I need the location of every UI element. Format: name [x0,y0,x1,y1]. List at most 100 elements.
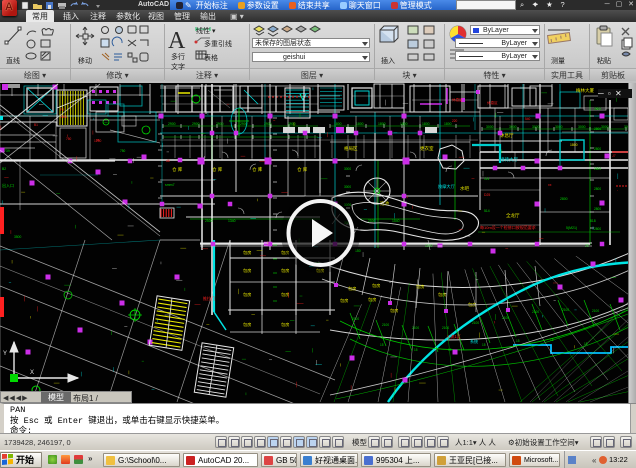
svg-text:系统: 系统 [470,338,478,344]
svg-text:1800: 1800 [400,122,408,126]
svg-text:入流1区: 入流1区 [446,333,461,340]
svg-text:包房: 包房 [243,267,251,274]
svg-text:包房: 包房 [281,291,289,298]
svg-text:2100: 2100 [472,321,479,325]
svg-text:15: 15 [482,343,486,347]
svg-text:1800: 1800 [356,122,364,126]
svg-text:1250: 1250 [94,139,102,143]
svg-text:818: 818 [590,219,596,223]
svg-text:2900: 2900 [288,122,296,126]
svg-text:2800: 2800 [594,107,601,111]
svg-text:3000: 3000 [555,125,563,129]
svg-text:1340: 1340 [228,219,236,223]
svg-text:smm7: smm7 [165,183,175,187]
svg-text:540: 540 [525,117,531,121]
svg-text:包房: 包房 [243,321,251,328]
svg-text:114: 114 [484,177,490,181]
svg-text:出入口: 出入口 [2,182,14,188]
svg-text:2900: 2900 [192,122,200,126]
svg-text:休息区: 休息区 [452,97,463,102]
svg-text:包房: 包房 [340,297,348,304]
svg-text:包房: 包房 [243,291,251,298]
svg-text:514: 514 [484,209,490,213]
svg-text:3000: 3000 [578,125,586,129]
svg-text:F2: F2 [60,108,64,112]
svg-text:1800: 1800 [422,122,430,126]
svg-text:包房: 包房 [281,321,289,328]
svg-text:每10m设一个检修口按规范要求: 每10m设一个检修口按规范要求 [480,224,536,230]
svg-text:2100: 2100 [442,326,449,330]
svg-text:3000: 3000 [601,125,609,129]
svg-text:仓 库: 仓 库 [172,166,183,173]
svg-text:5(M21): 5(M21) [566,226,577,230]
svg-text:3000: 3000 [486,125,494,129]
svg-text:2600: 2600 [60,115,67,119]
svg-text:2800: 2800 [594,227,601,231]
svg-text:2900: 2900 [168,122,176,126]
svg-text:推拉门: 推拉门 [203,295,215,301]
svg-text:2800: 2800 [594,207,601,211]
svg-text:B1: B1 [34,123,38,127]
svg-text:按摩大厅: 按摩大厅 [438,183,455,190]
svg-text:包房: 包房 [438,291,446,298]
svg-text:750: 750 [120,149,126,153]
svg-text:3000: 3000 [344,167,351,171]
svg-text:格局区: 格局区 [344,145,358,152]
svg-text:接待大厅: 接待大厅 [500,156,518,163]
svg-text:包房: 包房 [416,283,424,290]
svg-text:2800: 2800 [594,147,601,151]
svg-text:包房: 包房 [368,296,376,303]
svg-text:2100: 2100 [562,308,569,312]
svg-text:2900: 2900 [216,122,224,126]
svg-text:包房: 包房 [372,282,380,289]
svg-text:2500: 2500 [205,219,213,223]
svg-text:15: 15 [516,339,520,343]
svg-text:D25: D25 [484,193,490,197]
svg-text:更衣室: 更衣室 [420,145,434,152]
svg-text:2100: 2100 [592,309,599,313]
svg-text:15: 15 [448,348,452,352]
svg-text:3000: 3000 [344,185,351,189]
svg-text:750: 750 [66,137,72,141]
svg-text:仓 库: 仓 库 [212,166,223,173]
svg-text:休息区: 休息区 [487,100,498,105]
svg-text:全龙厅: 全龙厅 [506,212,520,219]
svg-text:1540: 1540 [392,219,400,223]
svg-text:包房: 包房 [243,249,251,256]
svg-text:1800: 1800 [378,122,386,126]
svg-text:3500: 3500 [14,235,22,239]
svg-text:3000: 3000 [532,125,540,129]
svg-text:3000: 3000 [509,125,517,129]
svg-text:2100: 2100 [412,326,419,330]
svg-text:xx: xx [548,183,552,187]
svg-text:X: X [30,370,34,376]
svg-text:J7: J7 [612,154,616,158]
svg-text:220: 220 [452,119,458,123]
svg-text:d6: d6 [166,159,170,163]
svg-text:15: 15 [550,338,554,342]
svg-text:2100: 2100 [352,317,359,321]
svg-text:包房: 包房 [348,285,356,292]
svg-text:1800: 1800 [334,122,342,126]
svg-text:15: 15 [584,342,588,346]
svg-text:15: 15 [380,343,384,347]
svg-text:2800: 2800 [560,197,568,201]
svg-text:-: - [617,188,618,192]
svg-text:2800: 2800 [594,127,601,131]
svg-text:A: A [168,28,186,54]
svg-text:15: 15 [414,348,418,352]
svg-text:包房: 包房 [281,267,289,274]
svg-text:2900: 2900 [264,122,272,126]
svg-text:仓 库: 仓 库 [297,166,308,173]
svg-text:Y: Y [3,351,7,357]
svg-text:包房: 包房 [390,307,398,314]
svg-text:B2: B2 [2,167,6,171]
svg-text:1800: 1800 [570,143,578,147]
svg-text:2100: 2100 [532,310,539,314]
svg-text:2800: 2800 [594,187,601,191]
svg-text:1800: 1800 [444,122,452,126]
svg-text:2100: 2100 [382,323,389,327]
svg-text:梅林大厦: 梅林大厦 [576,87,594,94]
svg-text:2800: 2800 [594,167,601,171]
svg-text:仓 库: 仓 库 [252,166,263,173]
